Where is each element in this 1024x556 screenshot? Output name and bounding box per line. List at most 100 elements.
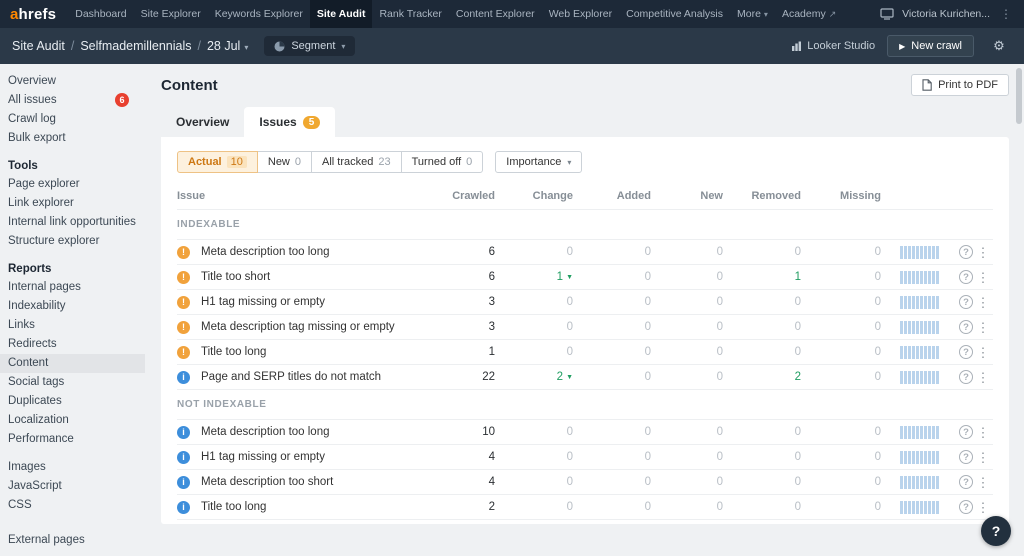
sidebar-item-duplicates[interactable]: Duplicates — [0, 392, 145, 411]
help-icon[interactable]: ? — [959, 320, 973, 334]
filter-all-tracked[interactable]: All tracked 23 — [311, 151, 402, 173]
sidebar-item-structure-explorer[interactable]: Structure explorer — [0, 232, 145, 251]
user-kebab-menu-icon[interactable]: ⋮ — [998, 7, 1014, 21]
sidebar-item-crawl-log[interactable]: Crawl log — [0, 110, 145, 129]
history-sparkline[interactable] — [881, 270, 939, 284]
nav-item-content-explorer[interactable]: Content Explorer — [449, 0, 542, 28]
row-kebab-menu-icon[interactable]: ⋮ — [973, 271, 993, 284]
monitor-icon[interactable] — [880, 8, 894, 20]
help-icon[interactable]: ? — [959, 370, 973, 384]
issue-name[interactable]: Meta description too short — [201, 476, 431, 488]
segment-button[interactable]: Segment ▾ — [264, 36, 356, 56]
nav-item-site-explorer[interactable]: Site Explorer — [134, 0, 208, 28]
history-sparkline[interactable] — [881, 245, 939, 259]
row-kebab-menu-icon[interactable]: ⋮ — [973, 296, 993, 309]
sidebar-item-external-pages[interactable]: External pages — [0, 531, 145, 550]
nav-item-academy[interactable]: Academy ↗ — [775, 0, 843, 28]
filter-actual[interactable]: Actual 10 — [177, 151, 258, 173]
help-icon[interactable]: ? — [959, 450, 973, 464]
row-kebab-menu-icon[interactable]: ⋮ — [973, 501, 993, 514]
nav-item-keywords-explorer[interactable]: Keywords Explorer — [208, 0, 310, 28]
sidebar-item-internal-pages[interactable]: Internal pages — [0, 278, 145, 297]
breadcrumb-project[interactable]: Selfmademillennials — [80, 39, 191, 53]
tab-overview[interactable]: Overview — [161, 107, 244, 137]
nav-item-web-explorer[interactable]: Web Explorer — [542, 0, 619, 28]
issue-name[interactable]: Page and SERP titles do not match — [201, 371, 431, 383]
nav-item-more[interactable]: More ▾ — [730, 0, 775, 28]
looker-studio-button[interactable]: Looker Studio — [791, 40, 875, 52]
sparkline-bar — [912, 245, 915, 259]
issue-name[interactable]: H1 tag missing or empty — [201, 451, 431, 463]
issue-name[interactable]: H1 tag missing or empty — [201, 296, 431, 308]
sidebar-item-social-tags[interactable]: Social tags — [0, 373, 145, 392]
sidebar-item-overview[interactable]: Overview — [0, 72, 145, 91]
sparkline-bar — [916, 370, 919, 384]
sidebar-item-performance[interactable]: Performance — [0, 430, 145, 449]
breadcrumb-site-audit[interactable]: Site Audit — [12, 39, 65, 53]
scrollbar-thumb[interactable] — [1016, 68, 1022, 124]
row-kebab-menu-icon[interactable]: ⋮ — [973, 426, 993, 439]
row-kebab-menu-icon[interactable]: ⋮ — [973, 246, 993, 259]
help-icon[interactable]: ? — [959, 270, 973, 284]
help-icon[interactable]: ? — [959, 345, 973, 359]
sidebar-item-bulk-export[interactable]: Bulk export — [0, 129, 145, 148]
issue-name[interactable]: Title too short — [201, 271, 431, 283]
history-sparkline[interactable] — [881, 295, 939, 309]
help-fab-button[interactable]: ? — [981, 516, 1011, 546]
sparkline-bar — [928, 295, 931, 309]
row-kebab-menu-icon[interactable]: ⋮ — [973, 321, 993, 334]
cell-value: 0 — [716, 476, 723, 488]
history-sparkline[interactable] — [881, 320, 939, 334]
help-icon[interactable]: ? — [959, 295, 973, 309]
history-sparkline[interactable] — [881, 370, 939, 384]
issue-name[interactable]: Title too long — [201, 501, 431, 513]
window-scrollbar[interactable] — [1016, 68, 1022, 548]
nav-item-dashboard[interactable]: Dashboard — [68, 0, 133, 28]
nav-item-rank-tracker[interactable]: Rank Tracker — [372, 0, 448, 28]
history-sparkline[interactable] — [881, 475, 939, 489]
sidebar-item-links[interactable]: Links — [0, 316, 145, 335]
issue-name[interactable]: Meta description tag missing or empty — [201, 321, 431, 333]
sidebar-item-indexability[interactable]: Indexability — [0, 297, 145, 316]
filter-turned-off[interactable]: Turned off 0 — [400, 151, 484, 173]
settings-gear-icon[interactable]: ⚙ — [986, 35, 1012, 57]
sidebar-group: Images JavaScript CSS — [0, 458, 145, 515]
help-icon[interactable]: ? — [959, 245, 973, 259]
row-kebab-menu-icon[interactable]: ⋮ — [973, 346, 993, 359]
history-sparkline[interactable] — [881, 500, 939, 514]
sidebar-item-images[interactable]: Images — [0, 458, 145, 477]
ahrefs-logo[interactable]: ahrefs — [10, 6, 56, 23]
tab-issues[interactable]: Issues 5 — [244, 107, 336, 137]
sidebar-item-page-explorer[interactable]: Page explorer — [0, 175, 145, 194]
importance-dropdown[interactable]: Importance ▾ — [495, 151, 583, 173]
sidebar-item-localization[interactable]: Localization — [0, 411, 145, 430]
user-name[interactable]: Victoria Kurichen... — [902, 8, 990, 20]
history-sparkline[interactable] — [881, 450, 939, 464]
history-sparkline[interactable] — [881, 345, 939, 359]
sidebar-item-redirects[interactable]: Redirects — [0, 335, 145, 354]
history-sparkline[interactable] — [881, 425, 939, 439]
crawl-date-dropdown[interactable]: 28 Jul ▾ — [207, 39, 248, 53]
info-icon: i — [177, 450, 190, 464]
help-icon[interactable]: ? — [959, 425, 973, 439]
new-crawl-button[interactable]: ▶ New crawl — [887, 35, 974, 57]
sidebar-item-link-explorer[interactable]: Link explorer — [0, 194, 145, 213]
sidebar-item-content[interactable]: Content — [0, 354, 145, 373]
filter-new[interactable]: New 0 — [256, 151, 313, 173]
sparkline-bar — [928, 320, 931, 334]
row-kebab-menu-icon[interactable]: ⋮ — [973, 371, 993, 384]
row-kebab-menu-icon[interactable]: ⋮ — [973, 451, 993, 464]
sidebar-item-javascript[interactable]: JavaScript — [0, 477, 145, 496]
issue-name[interactable]: Meta description too long — [201, 246, 431, 258]
sidebar-item-css[interactable]: CSS — [0, 496, 145, 515]
sidebar-item-internal-link-opportunities[interactable]: Internal link opportunities — [0, 213, 145, 232]
print-to-pdf-button[interactable]: Print to PDF — [911, 74, 1009, 96]
help-icon[interactable]: ? — [959, 500, 973, 514]
issue-name[interactable]: Title too long — [201, 346, 431, 358]
sidebar-item-all-issues[interactable]: All issues 6 — [0, 91, 145, 110]
issue-name[interactable]: Meta description too long — [201, 426, 431, 438]
nav-item-site-audit[interactable]: Site Audit — [309, 0, 373, 28]
row-kebab-menu-icon[interactable]: ⋮ — [973, 476, 993, 489]
help-icon[interactable]: ? — [959, 475, 973, 489]
nav-item-competitive-analysis[interactable]: Competitive Analysis — [619, 0, 730, 28]
